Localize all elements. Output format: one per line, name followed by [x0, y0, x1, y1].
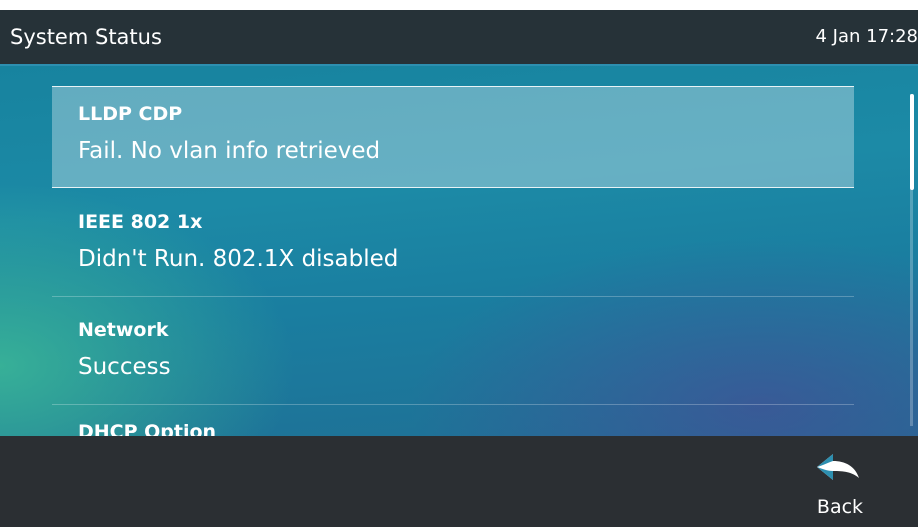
list-item-title: Network [78, 319, 169, 341]
list-item-title: DHCP Option [78, 421, 217, 436]
list-item-dhcp-option[interactable]: DHCP Option [52, 405, 854, 436]
list-item-network[interactable]: Network Success [52, 303, 854, 405]
list-item-title: IEEE 802 1x [78, 211, 203, 233]
softkey-bar: Back [0, 436, 918, 527]
phone-screen-frame: System Status 4 Jan 17:28 LLDP CDP Fail.… [0, 0, 918, 527]
back-arrow-icon [817, 454, 859, 480]
page-title: System Status [10, 25, 162, 49]
status-list: LLDP CDP Fail. No vlan info retrieved IE… [0, 66, 918, 436]
back-button[interactable]: Back [790, 444, 890, 524]
date-time: 4 Jan 17:28 [815, 26, 918, 47]
list-divider [52, 296, 854, 297]
title-bar: System Status 4 Jan 17:28 [0, 10, 918, 66]
phone-display: System Status 4 Jan 17:28 LLDP CDP Fail.… [0, 10, 918, 527]
list-item-lldp-cdp[interactable]: LLDP CDP Fail. No vlan info retrieved [52, 86, 854, 188]
list-item-value: Success [78, 354, 171, 380]
list-item-title: LLDP CDP [78, 103, 183, 125]
back-button-label: Back [816, 496, 864, 518]
list-item-ieee-8021x[interactable]: IEEE 802 1x Didn't Run. 802.1X disabled [52, 195, 854, 297]
list-item-value: Fail. No vlan info retrieved [78, 138, 381, 164]
scrollbar-thumb[interactable] [910, 94, 914, 190]
list-item-value: Didn't Run. 802.1X disabled [78, 246, 399, 272]
